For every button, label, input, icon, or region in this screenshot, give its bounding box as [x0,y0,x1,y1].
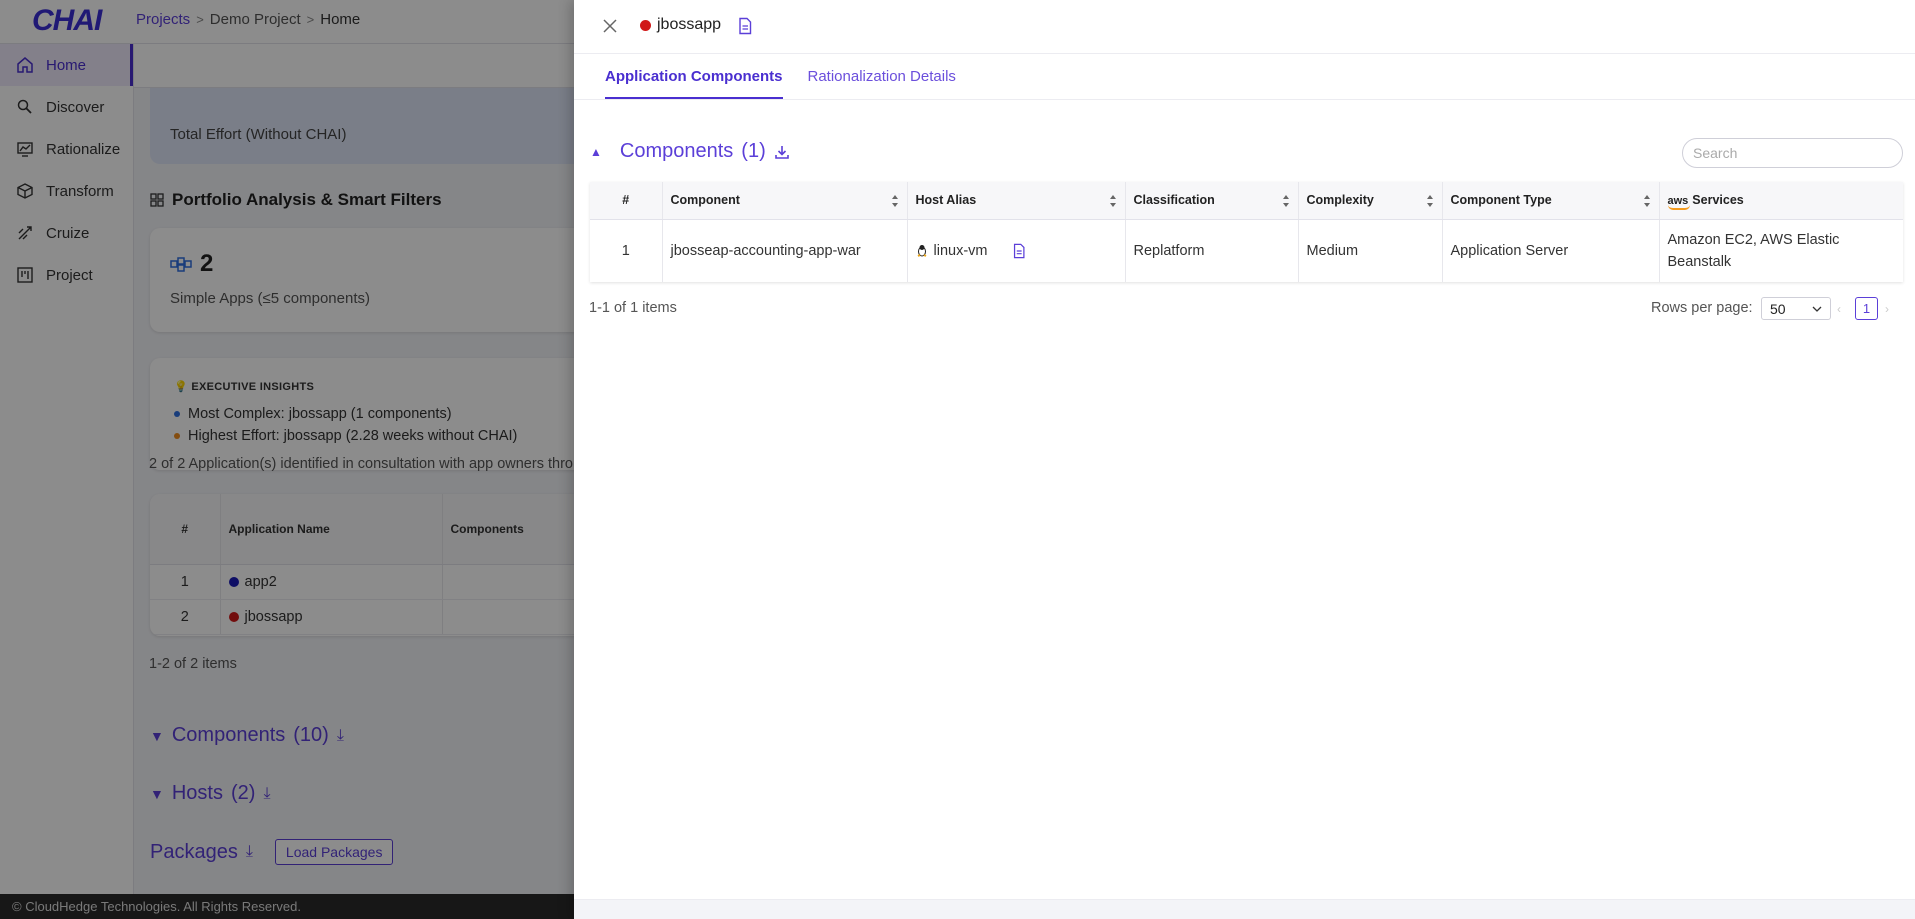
cell-services: Amazon EC2, AWS Elastic Beanstalk [1667,231,1840,270]
sort-icon[interactable] [1426,194,1434,208]
download-icon[interactable] [774,144,790,160]
aws-logo-icon: aws [1667,195,1689,208]
modal-backdrop[interactable] [0,0,574,919]
components-count: (1) [741,140,766,162]
col-classification[interactable]: Classification [1125,182,1299,220]
prev-page-icon[interactable]: ‹ [1837,302,1841,316]
drawer-title-text: jbossapp [657,16,722,33]
components-header[interactable]: ▲ Components (1) [590,140,790,163]
app-status-dot [640,19,651,31]
caret-up-icon[interactable]: ▲ [590,145,602,159]
drawer-tabs: Application Components Rationalization D… [605,54,956,100]
pagination-summary: 1-1 of 1 items [589,300,677,316]
rows-per-page-select[interactable]: 50 [1761,297,1831,320]
cell-component-type: Application Server [1442,219,1660,282]
drawer-bottom-bar [574,899,1915,919]
col-number-label: # [622,193,630,208]
next-page-icon[interactable]: › [1885,302,1889,316]
linux-icon [917,245,926,258]
col-services-label: Services [1692,193,1744,208]
col-complexity-label: Complexity [1306,193,1374,208]
cell-number: 1 [590,219,663,282]
application-drawer: jbossapp Application Components Rational… [574,0,1915,919]
rows-per-page-label: Rows per page: [1651,300,1753,316]
host-alias-text[interactable]: linux-vm [934,243,988,259]
col-classification-label: Classification [1133,193,1215,208]
cell-classification: Replatform [1125,219,1299,282]
col-host-alias[interactable]: Host Alias [907,182,1126,220]
col-component[interactable]: Component [662,182,908,220]
cell-complexity: Medium [1298,219,1443,282]
tab-rationalization-details[interactable]: Rationalization Details [808,54,956,99]
col-component-type[interactable]: Component Type [1442,182,1660,220]
drawer-title: jbossapp [640,16,721,34]
sort-icon[interactable] [1282,194,1290,208]
document-icon[interactable] [736,17,754,35]
document-icon[interactable] [1011,243,1027,259]
col-component-label: Component [670,193,740,208]
col-complexity[interactable]: Complexity [1298,182,1443,220]
close-icon[interactable] [600,16,620,36]
cell-component: jbosseap-accounting-app-war [662,219,908,282]
sort-icon[interactable] [1109,194,1117,208]
table-row[interactable]: 1 jbosseap-accounting-app-war linux-vm R… [590,219,1903,282]
tab-application-components[interactable]: Application Components [605,54,783,99]
chevron-down-icon [1812,306,1822,312]
sort-icon[interactable] [891,194,899,208]
drawer-header: jbossapp [574,0,1915,54]
col-component-type-label: Component Type [1450,193,1552,208]
components-table: # Component Host Alias Classification Co… [590,182,1903,282]
col-number: # [590,182,663,220]
col-services: aws Services [1659,182,1903,220]
sort-icon[interactable] [1643,194,1651,208]
components-title: Components [619,140,734,162]
rows-per-page-value: 50 [1770,300,1786,317]
page-1-button[interactable]: 1 [1855,297,1878,320]
tabs-divider [574,99,1915,100]
cell-host-alias: linux-vm [907,219,1126,282]
col-host-alias-label: Host Alias [915,193,977,208]
search-input[interactable] [1682,138,1903,168]
